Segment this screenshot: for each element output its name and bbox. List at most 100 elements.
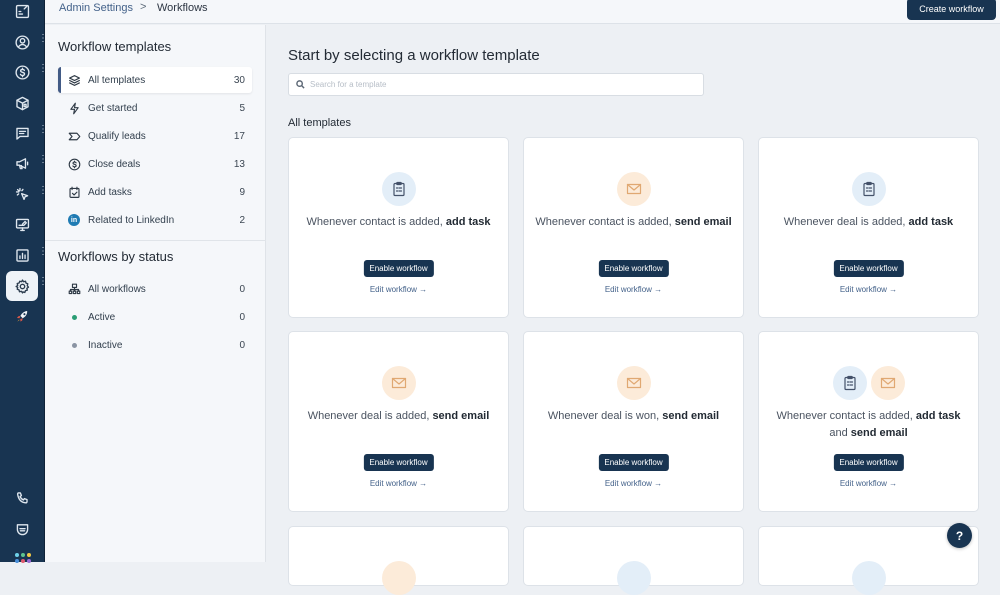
rail-deals-menu[interactable]: ⋮ xyxy=(38,64,48,79)
rail-automation[interactable] xyxy=(6,180,38,208)
rail-phone[interactable] xyxy=(6,484,38,512)
apps-grid-icon[interactable] xyxy=(15,553,31,563)
message-icon xyxy=(16,523,28,535)
rail-websites[interactable] xyxy=(6,210,38,238)
template-card[interactable]: Whenever contact is added, send email Ena… xyxy=(523,137,744,318)
section-label: All templates xyxy=(288,117,351,129)
template-card[interactable]: Whenever deal is added, add task Enable w… xyxy=(758,137,979,318)
cursor-click-icon xyxy=(15,187,28,200)
sidebar-item-label: Add tasks xyxy=(88,186,132,198)
email-envelope-icon xyxy=(616,366,651,400)
rail-deals[interactable] xyxy=(6,58,38,86)
card-description: Whenever contact is added, send email xyxy=(534,214,733,231)
edit-workflow-link[interactable]: Edit workflow → xyxy=(524,285,743,294)
card-trigger: Whenever deal is added, xyxy=(307,410,433,422)
card-action: add task xyxy=(915,410,961,422)
sidebar-item-label: All templates xyxy=(88,74,146,86)
card-icons xyxy=(524,366,743,400)
sidebar-item-count: 30 xyxy=(233,74,245,86)
enable-workflow-button[interactable]: Enable workflow xyxy=(598,454,669,471)
sidebar-item-all-templates[interactable]: All templates 30 xyxy=(58,67,252,93)
sidebar-item-count: 13 xyxy=(233,158,245,170)
rail-conversations[interactable] xyxy=(6,119,38,147)
template-card[interactable]: Whenever deal is won, send email Enable w… xyxy=(523,331,744,512)
tag-icon xyxy=(67,129,81,143)
help-button[interactable]: ? xyxy=(947,523,972,548)
sidebar-item-qualify-leads[interactable]: Qualify leads 17 xyxy=(58,123,252,149)
rail-campaigns-menu[interactable]: ⋮ xyxy=(38,155,48,170)
rail-settings-menu[interactable]: ⋮ xyxy=(38,277,48,292)
rail-automation-menu[interactable]: ⋮ xyxy=(38,186,48,201)
sidebar-item-active[interactable]: Active 0 xyxy=(58,304,252,330)
card-description: Whenever deal is won, send email xyxy=(534,408,733,425)
sidebar-item-add-tasks[interactable]: Add tasks 9 xyxy=(58,179,252,205)
app-nav-rail: ⋮ ⋮ ⋮ ⋮ ⋮ ⋮ ⋮ xyxy=(0,0,48,563)
template-card[interactable]: Whenever deal is added, send email Enable… xyxy=(288,331,509,512)
sidebar-item-all-workflows[interactable]: All workflows 0 xyxy=(58,276,252,302)
search-input[interactable] xyxy=(310,80,690,89)
template-card[interactable]: Whenever contact is added, add task Enabl… xyxy=(288,137,509,318)
card-description: Whenever deal is added, send email xyxy=(299,408,498,425)
sidebar-item-count: 0 xyxy=(239,339,245,351)
edit-workflow-link[interactable]: Edit workflow → xyxy=(289,285,508,294)
rail-dashboard[interactable] xyxy=(6,0,38,25)
dollar-icon xyxy=(14,64,30,80)
card-trigger: Whenever contact is added, xyxy=(776,410,916,422)
email-icon xyxy=(381,561,416,595)
enable-workflow-button[interactable]: Enable workflow xyxy=(363,454,434,471)
template-search[interactable] xyxy=(288,73,704,96)
enable-workflow-button[interactable]: Enable workflow xyxy=(833,454,904,471)
edit-workflow-link[interactable]: Edit workflow → xyxy=(524,479,743,488)
lightning-icon xyxy=(67,101,81,115)
enable-workflow-button[interactable]: Enable workflow xyxy=(833,260,904,277)
sidebar-item-label: Qualify leads xyxy=(88,130,146,142)
sidebar-item-count: 0 xyxy=(239,311,245,323)
gear-icon xyxy=(14,278,29,294)
rail-getting-started[interactable] xyxy=(6,302,38,330)
breadcrumb-admin-settings[interactable]: Admin Settings xyxy=(59,2,133,14)
sidebar-item-label: Active xyxy=(88,311,116,323)
rail-contacts-menu[interactable]: ⋮ xyxy=(38,34,48,49)
template-card[interactable]: Whenever contact is added, add task and … xyxy=(758,331,979,512)
sidebar-item-linkedin[interactable]: in Related to LinkedIn 2 xyxy=(58,207,252,233)
breadcrumb-current: Workflows xyxy=(157,2,208,14)
edit-workflow-link[interactable]: Edit workflow → xyxy=(289,479,508,488)
template-card[interactable] xyxy=(288,526,509,595)
card-description: Whenever deal is added, add task xyxy=(769,214,968,231)
rail-reports-menu[interactable]: ⋮ xyxy=(38,247,48,262)
card-icons xyxy=(759,172,978,206)
breadcrumb-separator: > xyxy=(140,1,147,13)
card-icons xyxy=(759,366,978,400)
card-joiner: and xyxy=(829,427,851,439)
rail-settings[interactable] xyxy=(6,271,38,301)
active-dot-icon xyxy=(71,314,77,320)
rail-contacts[interactable] xyxy=(6,28,38,56)
template-card[interactable] xyxy=(523,526,744,595)
contact-icon xyxy=(14,34,30,50)
sidebar-item-get-started[interactable]: Get started 5 xyxy=(58,95,252,121)
card-action-2: send email xyxy=(850,427,908,439)
sidebar-item-close-deals[interactable]: Close deals 13 xyxy=(58,151,252,177)
card-trigger: Whenever deal is added, xyxy=(783,216,909,228)
email-envelope-icon xyxy=(870,366,905,400)
rail-conversations-menu[interactable]: ⋮ xyxy=(38,125,48,140)
rail-campaigns[interactable] xyxy=(6,149,38,177)
template-card[interactable] xyxy=(758,526,979,595)
create-workflow-button[interactable]: Create workflow xyxy=(907,0,996,20)
layers-icon xyxy=(67,73,81,87)
sidebar-item-label: Close deals xyxy=(88,158,141,170)
edit-workflow-link[interactable]: Edit workflow → xyxy=(759,285,978,294)
rail-products[interactable] xyxy=(6,89,38,117)
card-description: Whenever contact is added, add task and … xyxy=(769,408,968,442)
chart-icon xyxy=(15,248,29,262)
monitor-edit-icon xyxy=(15,218,29,231)
enable-workflow-button[interactable]: Enable workflow xyxy=(363,260,434,277)
sidebar-item-inactive[interactable]: Inactive 0 xyxy=(58,332,252,358)
card-icons xyxy=(289,172,508,206)
phone-icon xyxy=(16,491,28,504)
enable-workflow-button[interactable]: Enable workflow xyxy=(598,260,669,277)
rail-reports[interactable] xyxy=(6,241,38,269)
rail-messages[interactable] xyxy=(6,515,38,543)
task-clipboard-icon xyxy=(851,172,886,206)
edit-workflow-link[interactable]: Edit workflow → xyxy=(759,479,978,488)
